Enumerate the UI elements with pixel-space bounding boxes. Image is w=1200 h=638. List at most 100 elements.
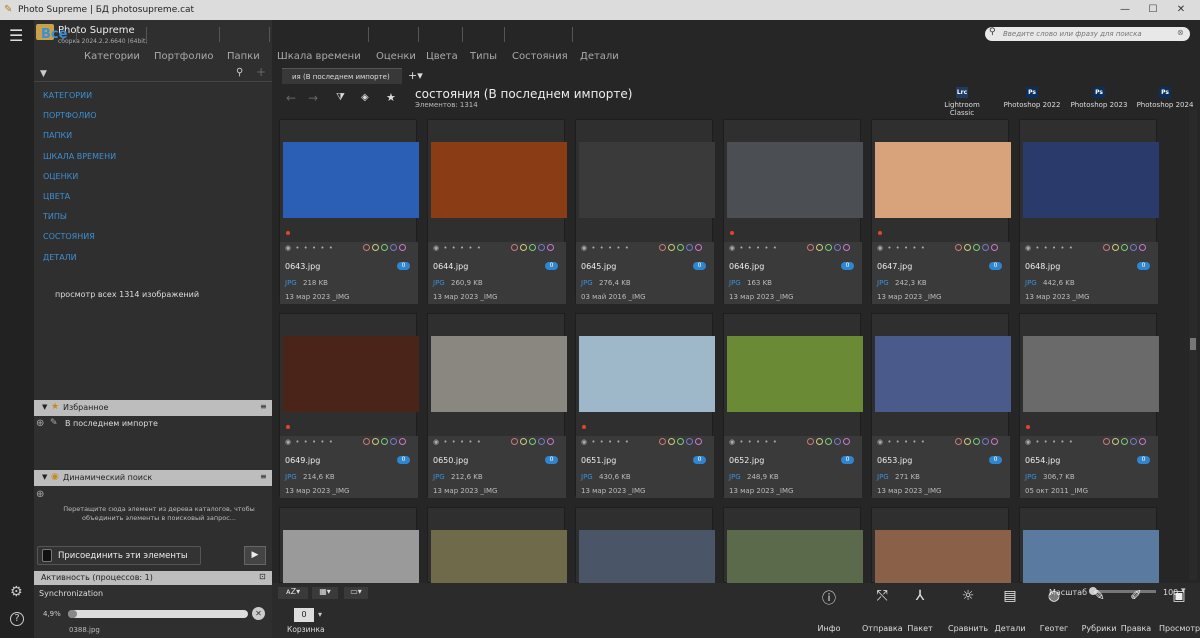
color-labels[interactable] bbox=[953, 244, 1003, 252]
activity-menu-icon[interactable]: ⊡ bbox=[259, 572, 266, 581]
thumbnail-card[interactable]: ◉ • • • • • 0652.jpg 0 JPG 248,9 KB 13 мар 20… bbox=[723, 313, 863, 498]
rating-stars[interactable]: ◉ • • • • • bbox=[581, 438, 630, 446]
action-icon-5[interactable]: ◍ bbox=[1034, 588, 1074, 604]
color-labels[interactable] bbox=[509, 244, 559, 252]
thumbnail-image[interactable] bbox=[431, 142, 567, 218]
sidebar-link-0[interactable]: КАТЕГОРИИ bbox=[43, 91, 92, 100]
color-labels[interactable] bbox=[509, 438, 559, 446]
basket-count[interactable]: 0 bbox=[294, 608, 314, 622]
favorites-header[interactable]: ▼ ★ Избранное ≡ bbox=[34, 400, 272, 416]
menu-icon[interactable]: ≡ bbox=[260, 402, 267, 411]
join-button[interactable]: Присоединить эти элементы bbox=[37, 546, 201, 565]
layers-icon[interactable]: ◈ bbox=[361, 92, 369, 103]
search-input[interactable] bbox=[1003, 28, 1173, 40]
thumbnail-card[interactable]: ◉ • • • • • 0654.jpg 0 JPG 306,7 KB 05 окт 20… bbox=[1019, 313, 1159, 498]
action-button-6[interactable]: Рубрики bbox=[1079, 624, 1119, 633]
collapse-icon[interactable]: ▼ bbox=[42, 403, 47, 411]
edit-icon[interactable]: ✎ bbox=[50, 418, 58, 428]
view-mode-button[interactable]: ▦▾ bbox=[312, 587, 338, 599]
hamburger-menu-icon[interactable]: ☰ bbox=[9, 26, 23, 45]
thumbnail-card[interactable]: ◉ • • • • • 0645.jpg 0 JPG 276,4 KB 03 май 20… bbox=[575, 119, 715, 304]
cancel-icon[interactable]: ✕ bbox=[252, 607, 265, 620]
thumbnail-image[interactable] bbox=[1023, 142, 1159, 218]
sidebar-link-6[interactable]: ТИПЫ bbox=[43, 212, 67, 221]
action-icon-8[interactable]: ▣ bbox=[1159, 588, 1199, 604]
action-button-7[interactable]: Правка bbox=[1116, 624, 1156, 633]
action-button-1[interactable]: Отправка bbox=[862, 624, 903, 633]
thumbnail-card[interactable] bbox=[427, 507, 567, 606]
action-button-2[interactable]: Пакет bbox=[900, 624, 940, 633]
tab-6[interactable]: Типы bbox=[470, 51, 497, 62]
rating-stars[interactable]: ◉ • • • • • bbox=[729, 438, 778, 446]
thumbnail-image[interactable] bbox=[579, 336, 715, 412]
tab-4[interactable]: Оценки bbox=[376, 51, 416, 62]
action-icon-6[interactable]: ✎ bbox=[1079, 588, 1119, 604]
tab-2[interactable]: Папки bbox=[227, 51, 260, 62]
search-icon[interactable]: ⚲ bbox=[236, 67, 243, 78]
thumbnail-card[interactable]: ◉ • • • • • 0649.jpg 0 JPG 214,6 KB 13 мар 20… bbox=[279, 313, 419, 498]
rating-stars[interactable]: ◉ • • • • • bbox=[729, 244, 778, 252]
thumbnail-card[interactable]: ◉ • • • • • 0647.jpg 0 JPG 242,3 KB 13 мар 20… bbox=[871, 119, 1011, 304]
rating-stars[interactable]: ◉ • • • • • bbox=[877, 244, 926, 252]
thumbnail-image[interactable] bbox=[727, 336, 863, 412]
action-button-3[interactable]: Сравнить bbox=[948, 624, 988, 633]
thumbnail-image[interactable] bbox=[727, 142, 863, 218]
thumbnail-card[interactable]: ◉ • • • • • 0646.jpg 0 JPG 163 KB 13 мар 2023… bbox=[723, 119, 863, 304]
action-button-4[interactable]: Детали bbox=[990, 624, 1030, 633]
add-favorite-icon[interactable]: ⊕ bbox=[36, 418, 44, 429]
star-filter-icon[interactable]: ★ bbox=[386, 91, 396, 104]
thumbnail-card[interactable]: ◉ • • • • • 0650.jpg 0 JPG 212,6 KB 13 мар 20… bbox=[427, 313, 567, 498]
color-labels[interactable] bbox=[805, 438, 855, 446]
app-launch-button-0[interactable]: Lrc Lightroom Classic bbox=[933, 87, 991, 117]
thumbnail-card[interactable]: ◉ • • • • • 0651.jpg 0 JPG 430,6 KB 13 мар 20… bbox=[575, 313, 715, 498]
sidebar-link-4[interactable]: ОЦЕНКИ bbox=[43, 172, 78, 181]
rating-stars[interactable]: ◉ • • • • • bbox=[285, 438, 334, 446]
dynamic-search-header[interactable]: ▼ ◉ Динамический поиск ≡ bbox=[34, 470, 272, 486]
thumbnail-image[interactable] bbox=[875, 142, 1011, 218]
action-icon-4[interactable]: ▤ bbox=[990, 588, 1030, 604]
sort-button[interactable]: ᴀZ▾ bbox=[278, 587, 308, 599]
maximize-icon[interactable]: ☐ bbox=[1143, 3, 1163, 17]
clear-search-icon[interactable]: ⊗ bbox=[1177, 28, 1184, 37]
rating-stars[interactable]: ◉ • • • • • bbox=[1025, 438, 1074, 446]
thumbnail-card[interactable] bbox=[279, 507, 419, 606]
rating-stars[interactable]: ◉ • • • • • bbox=[581, 244, 630, 252]
app-launch-button-1[interactable]: Ps Photoshop 2022 bbox=[1003, 87, 1061, 109]
thumbnail-card[interactable]: ◉ • • • • • 0643.jpg 0 JPG 218 KB 13 мар 2023… bbox=[279, 119, 419, 304]
app-launch-button-2[interactable]: Ps Photoshop 2023 bbox=[1070, 87, 1128, 109]
thumbnail-image[interactable] bbox=[431, 336, 567, 412]
back-icon[interactable]: ← bbox=[286, 91, 296, 105]
action-button-5[interactable]: Геотег bbox=[1034, 624, 1074, 633]
search-box[interactable]: ⚲ ⊗ bbox=[985, 27, 1190, 41]
action-button-8[interactable]: Просмотр bbox=[1159, 624, 1200, 633]
action-icon-3[interactable]: ☼ bbox=[948, 588, 988, 604]
thumbnail-card[interactable] bbox=[723, 507, 863, 606]
scrollbar-thumb[interactable] bbox=[1190, 338, 1196, 350]
help-icon[interactable]: ? bbox=[10, 612, 24, 626]
tab-1[interactable]: Портфолио bbox=[154, 51, 214, 62]
tab-current[interactable]: ия (В последнем импорте) bbox=[282, 68, 402, 84]
action-icon-2[interactable]: ⅄ bbox=[900, 588, 940, 604]
sidebar-link-8[interactable]: ДЕТАЛИ bbox=[43, 253, 77, 262]
basket-dropdown-icon[interactable]: ▾ bbox=[318, 610, 322, 619]
rating-stars[interactable]: ◉ • • • • • bbox=[877, 438, 926, 446]
color-labels[interactable] bbox=[953, 438, 1003, 446]
add-icon[interactable]: + bbox=[256, 65, 266, 79]
layout-button[interactable]: ▭▾ bbox=[344, 587, 368, 599]
color-labels[interactable] bbox=[361, 438, 411, 446]
rating-stars[interactable]: ◉ • • • • • bbox=[433, 244, 482, 252]
thumbnail-image[interactable] bbox=[1023, 336, 1159, 412]
rating-stars[interactable]: ◉ • • • • • bbox=[1025, 244, 1074, 252]
thumbnail-image[interactable] bbox=[579, 142, 715, 218]
tab-5[interactable]: Цвета bbox=[426, 51, 458, 62]
play-button[interactable]: ▶ bbox=[244, 546, 266, 565]
tab-3[interactable]: Шкала времени bbox=[277, 51, 361, 62]
sidebar-link-3[interactable]: ШКАЛА ВРЕМЕНИ bbox=[43, 152, 116, 161]
thumbnail-card[interactable]: ◉ • • • • • 0653.jpg 0 JPG 271 KB 13 мар 2023… bbox=[871, 313, 1011, 498]
action-icon-7[interactable]: ✐ bbox=[1116, 588, 1156, 604]
action-icon-0[interactable]: ⓘ bbox=[809, 588, 849, 608]
tab-7[interactable]: Состояния bbox=[512, 51, 568, 62]
favorite-item[interactable]: В последнем импорте bbox=[65, 419, 158, 428]
thumbnail-image[interactable] bbox=[875, 336, 1011, 412]
sidebar-link-2[interactable]: ПАПКИ bbox=[43, 131, 72, 140]
